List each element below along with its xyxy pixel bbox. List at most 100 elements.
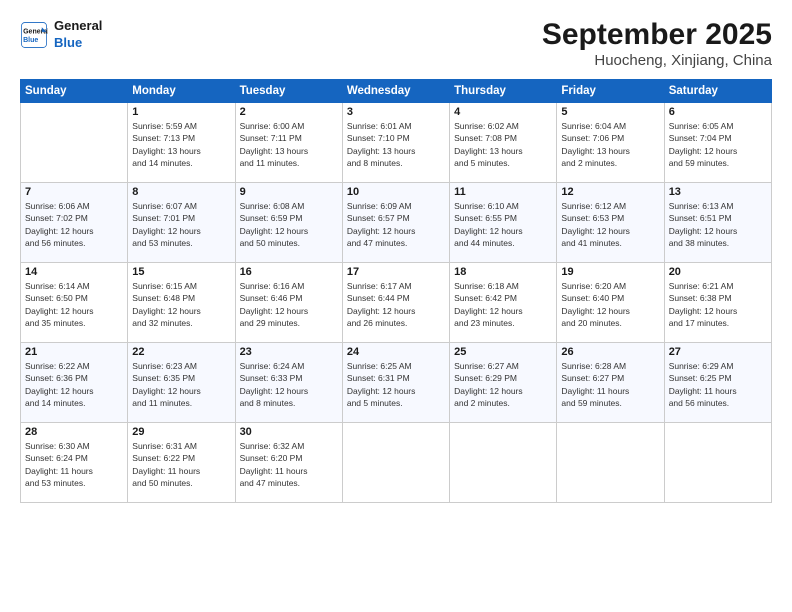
day-info: Sunrise: 6:01 AM Sunset: 7:10 PM Dayligh… — [347, 120, 445, 169]
calendar-cell: 1 Sunrise: 5:59 AM Sunset: 7:13 PM Daylig… — [128, 103, 235, 183]
day-info: Sunrise: 6:30 AM Sunset: 6:24 PM Dayligh… — [25, 440, 123, 489]
calendar-cell — [450, 423, 557, 503]
logo-line2: Blue — [54, 35, 102, 52]
day-info: Sunrise: 6:31 AM Sunset: 6:22 PM Dayligh… — [132, 440, 230, 489]
calendar-header-row: SundayMondayTuesdayWednesdayThursdayFrid… — [21, 80, 772, 103]
calendar-cell: 7 Sunrise: 6:06 AM Sunset: 7:02 PM Daylig… — [21, 183, 128, 263]
calendar-week-row: 7 Sunrise: 6:06 AM Sunset: 7:02 PM Daylig… — [21, 183, 772, 263]
calendar-week-row: 1 Sunrise: 5:59 AM Sunset: 7:13 PM Daylig… — [21, 103, 772, 183]
day-number: 15 — [132, 266, 230, 278]
day-info: Sunrise: 6:20 AM Sunset: 6:40 PM Dayligh… — [561, 280, 659, 329]
day-number: 20 — [669, 266, 767, 278]
day-info: Sunrise: 6:18 AM Sunset: 6:42 PM Dayligh… — [454, 280, 552, 329]
logo-icon: General Blue — [20, 21, 48, 49]
day-info: Sunrise: 6:02 AM Sunset: 7:08 PM Dayligh… — [454, 120, 552, 169]
calendar-cell: 19 Sunrise: 6:20 AM Sunset: 6:40 PM Dayli… — [557, 263, 664, 343]
calendar-header-monday: Monday — [128, 80, 235, 103]
day-info: Sunrise: 6:00 AM Sunset: 7:11 PM Dayligh… — [240, 120, 338, 169]
svg-text:General: General — [23, 28, 48, 35]
day-info: Sunrise: 6:21 AM Sunset: 6:38 PM Dayligh… — [669, 280, 767, 329]
calendar-cell — [664, 423, 771, 503]
calendar-cell: 17 Sunrise: 6:17 AM Sunset: 6:44 PM Dayli… — [342, 263, 449, 343]
calendar-cell: 5Sunrise: 6:04 AM Sunset: 7:06 PM Daylig… — [557, 103, 664, 183]
calendar-cell: 15 Sunrise: 6:15 AM Sunset: 6:48 PM Dayli… — [128, 263, 235, 343]
day-info: Sunrise: 6:32 AM Sunset: 6:20 PM Dayligh… — [240, 440, 338, 489]
calendar-cell: 14 Sunrise: 6:14 AM Sunset: 6:50 PM Dayli… — [21, 263, 128, 343]
calendar-cell: 30Sunrise: 6:32 AM Sunset: 6:20 PM Dayli… — [235, 423, 342, 503]
day-info: Sunrise: 6:29 AM Sunset: 6:25 PM Dayligh… — [669, 360, 767, 409]
day-info: Sunrise: 6:07 AM Sunset: 7:01 PM Dayligh… — [132, 200, 230, 249]
calendar-cell — [21, 103, 128, 183]
calendar: SundayMondayTuesdayWednesdayThursdayFrid… — [20, 79, 772, 503]
day-info: Sunrise: 5:59 AM Sunset: 7:13 PM Dayligh… — [132, 120, 230, 169]
day-number: 7 — [25, 186, 123, 198]
calendar-cell: 2 Sunrise: 6:00 AM Sunset: 7:11 PM Daylig… — [235, 103, 342, 183]
calendar-header-friday: Friday — [557, 80, 664, 103]
calendar-cell: 11Sunrise: 6:10 AM Sunset: 6:55 PM Dayli… — [450, 183, 557, 263]
day-info: Sunrise: 6:10 AM Sunset: 6:55 PM Dayligh… — [454, 200, 552, 249]
day-info: Sunrise: 6:09 AM Sunset: 6:57 PM Dayligh… — [347, 200, 445, 249]
logo-line1: General — [54, 18, 102, 35]
calendar-cell: 3 Sunrise: 6:01 AM Sunset: 7:10 PM Daylig… — [342, 103, 449, 183]
day-info: Sunrise: 6:25 AM Sunset: 6:31 PM Dayligh… — [347, 360, 445, 409]
calendar-cell: 6Sunrise: 6:05 AM Sunset: 7:04 PM Daylig… — [664, 103, 771, 183]
day-number: 25 — [454, 346, 552, 358]
page-header: General Blue General Blue September 2025… — [20, 18, 772, 69]
day-number: 19 — [561, 266, 659, 278]
calendar-cell: 12Sunrise: 6:12 AM Sunset: 6:53 PM Dayli… — [557, 183, 664, 263]
calendar-cell: 25 Sunrise: 6:27 AM Sunset: 6:29 PM Dayli… — [450, 343, 557, 423]
calendar-week-row: 21Sunrise: 6:22 AM Sunset: 6:36 PM Dayli… — [21, 343, 772, 423]
day-info: Sunrise: 6:23 AM Sunset: 6:35 PM Dayligh… — [132, 360, 230, 409]
day-number: 29 — [132, 426, 230, 438]
day-info: Sunrise: 6:04 AM Sunset: 7:06 PM Dayligh… — [561, 120, 659, 169]
location: Huocheng, Xinjiang, China — [542, 52, 772, 69]
svg-text:Blue: Blue — [23, 37, 38, 44]
day-info: Sunrise: 6:06 AM Sunset: 7:02 PM Dayligh… — [25, 200, 123, 249]
day-info: Sunrise: 6:16 AM Sunset: 6:46 PM Dayligh… — [240, 280, 338, 329]
day-number: 10 — [347, 186, 445, 198]
calendar-cell: 26Sunrise: 6:28 AM Sunset: 6:27 PM Dayli… — [557, 343, 664, 423]
calendar-cell: 18 Sunrise: 6:18 AM Sunset: 6:42 PM Dayli… — [450, 263, 557, 343]
day-number: 22 — [132, 346, 230, 358]
day-number: 13 — [669, 186, 767, 198]
day-number: 3 — [347, 106, 445, 118]
day-number: 8 — [132, 186, 230, 198]
calendar-cell: 22 Sunrise: 6:23 AM Sunset: 6:35 PM Dayli… — [128, 343, 235, 423]
calendar-cell: 28 Sunrise: 6:30 AM Sunset: 6:24 PM Dayli… — [21, 423, 128, 503]
calendar-cell: 16Sunrise: 6:16 AM Sunset: 6:46 PM Dayli… — [235, 263, 342, 343]
day-info: Sunrise: 6:13 AM Sunset: 6:51 PM Dayligh… — [669, 200, 767, 249]
calendar-header-saturday: Saturday — [664, 80, 771, 103]
day-number: 21 — [25, 346, 123, 358]
calendar-cell: 21Sunrise: 6:22 AM Sunset: 6:36 PM Dayli… — [21, 343, 128, 423]
day-number: 2 — [240, 106, 338, 118]
calendar-cell: 27 Sunrise: 6:29 AM Sunset: 6:25 PM Dayli… — [664, 343, 771, 423]
day-number: 27 — [669, 346, 767, 358]
day-info: Sunrise: 6:27 AM Sunset: 6:29 PM Dayligh… — [454, 360, 552, 409]
calendar-cell: 9Sunrise: 6:08 AM Sunset: 6:59 PM Daylig… — [235, 183, 342, 263]
day-number: 14 — [25, 266, 123, 278]
calendar-header-wednesday: Wednesday — [342, 80, 449, 103]
calendar-cell: 24Sunrise: 6:25 AM Sunset: 6:31 PM Dayli… — [342, 343, 449, 423]
day-number: 28 — [25, 426, 123, 438]
calendar-header-tuesday: Tuesday — [235, 80, 342, 103]
day-info: Sunrise: 6:14 AM Sunset: 6:50 PM Dayligh… — [25, 280, 123, 329]
calendar-cell — [557, 423, 664, 503]
calendar-week-row: 28 Sunrise: 6:30 AM Sunset: 6:24 PM Dayli… — [21, 423, 772, 503]
day-info: Sunrise: 6:24 AM Sunset: 6:33 PM Dayligh… — [240, 360, 338, 409]
calendar-cell: 8 Sunrise: 6:07 AM Sunset: 7:01 PM Daylig… — [128, 183, 235, 263]
logo: General Blue General Blue — [20, 18, 102, 52]
calendar-week-row: 14 Sunrise: 6:14 AM Sunset: 6:50 PM Dayli… — [21, 263, 772, 343]
calendar-header-sunday: Sunday — [21, 80, 128, 103]
calendar-cell: 20 Sunrise: 6:21 AM Sunset: 6:38 PM Dayli… — [664, 263, 771, 343]
day-number: 4 — [454, 106, 552, 118]
day-info: Sunrise: 6:08 AM Sunset: 6:59 PM Dayligh… — [240, 200, 338, 249]
day-number: 26 — [561, 346, 659, 358]
month-year: September 2025 — [542, 18, 772, 52]
day-info: Sunrise: 6:15 AM Sunset: 6:48 PM Dayligh… — [132, 280, 230, 329]
day-number: 18 — [454, 266, 552, 278]
day-number: 17 — [347, 266, 445, 278]
calendar-cell: 4 Sunrise: 6:02 AM Sunset: 7:08 PM Daylig… — [450, 103, 557, 183]
day-info: Sunrise: 6:17 AM Sunset: 6:44 PM Dayligh… — [347, 280, 445, 329]
day-number: 1 — [132, 106, 230, 118]
day-info: Sunrise: 6:05 AM Sunset: 7:04 PM Dayligh… — [669, 120, 767, 169]
